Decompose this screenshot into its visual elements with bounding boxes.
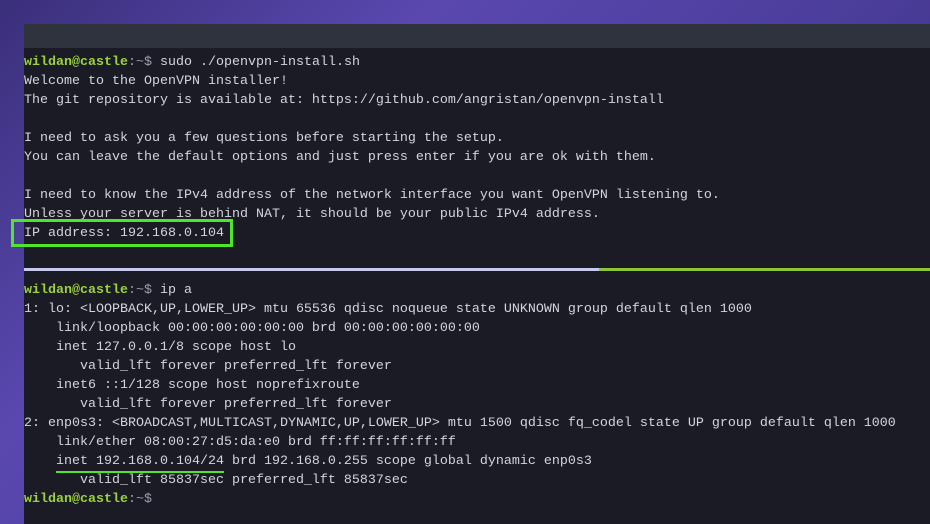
- prompt-sep: :: [127, 283, 136, 298]
- output-line: valid_lft forever preferred_lft forever: [24, 397, 392, 412]
- output-line: link/ether 08:00:27:d5:da:e0 brd ff:ff:f…: [24, 435, 456, 450]
- prompt-path: ~$: [135, 492, 152, 507]
- prompt-sep: :: [127, 55, 136, 70]
- output-line: You can leave the default options and ju…: [24, 150, 656, 165]
- output-line: inet 192.168.0.104/24 brd 192.168.0.255 …: [24, 454, 592, 469]
- output-line: inet 127.0.0.1/8 scope host lo: [24, 340, 296, 355]
- ip-address-highlight-box: [11, 219, 233, 247]
- inet-address-underline: [56, 471, 224, 473]
- command-text: sudo ./openvpn-install.sh: [151, 55, 360, 70]
- terminal-window[interactable]: wildan@castle:~$ sudo ./openvpn-install.…: [11, 24, 930, 524]
- session-divider: [24, 268, 930, 271]
- output-line: valid_lft forever preferred_lft forever: [24, 359, 392, 374]
- output-line: valid_lft 85837sec preferred_lft 85837se…: [24, 473, 408, 488]
- prompt-user-host: wildan@castle: [24, 55, 128, 70]
- terminal-session-install: wildan@castle:~$ sudo ./openvpn-install.…: [24, 53, 930, 243]
- prompt-user-host: wildan@castle: [24, 492, 128, 507]
- output-line: I need to know the IPv4 address of the n…: [24, 188, 720, 203]
- prompt-user-host: wildan@castle: [24, 283, 128, 298]
- prompt-line: wildan@castle:~$ sudo ./openvpn-install.…: [24, 53, 930, 72]
- terminal-session-ip: wildan@castle:~$ ip a 1: lo: <LOOPBACK,U…: [24, 281, 930, 509]
- output-line: I need to ask you a few questions before…: [24, 131, 504, 146]
- output-line: The git repository is available at: http…: [24, 93, 664, 108]
- prompt-path: ~$: [135, 283, 152, 298]
- output-line: inet6 ::1/128 scope host noprefixroute: [24, 378, 360, 393]
- prompt-sep: :: [127, 492, 136, 507]
- prompt-path: ~$: [135, 55, 152, 70]
- command-text: ip a: [151, 283, 192, 298]
- output-line: 1: lo: <LOOPBACK,UP,LOWER_UP> mtu 65536 …: [24, 302, 752, 317]
- prompt-line: wildan@castle:~$ ip a: [24, 281, 930, 300]
- output-line: link/loopback 00:00:00:00:00:00 brd 00:0…: [24, 321, 480, 336]
- final-prompt-line[interactable]: wildan@castle:~$: [24, 490, 930, 509]
- output-line: 2: enp0s3: <BROADCAST,MULTICAST,DYNAMIC,…: [24, 416, 896, 431]
- output-line: Welcome to the OpenVPN installer!: [24, 74, 288, 89]
- terminal-title-bar[interactable]: [24, 24, 930, 48]
